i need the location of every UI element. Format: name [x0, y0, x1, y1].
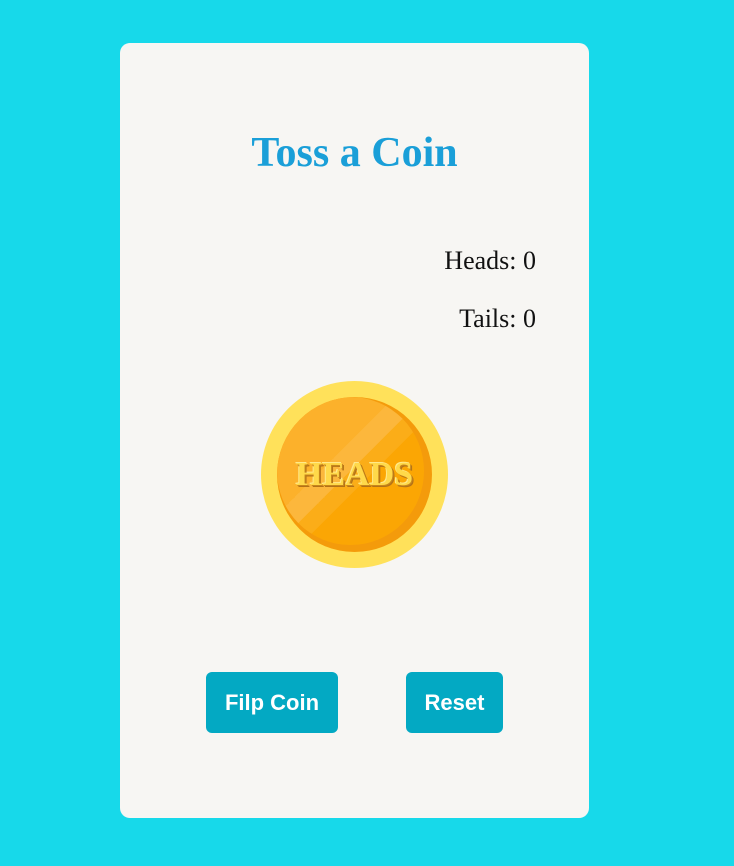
heads-count: Heads: 0 [444, 246, 536, 275]
page-title: Toss a Coin [251, 130, 458, 176]
reset-button[interactable]: Reset [406, 672, 503, 733]
coin-face-label: HEADS [295, 456, 414, 493]
coin: HEADS [261, 381, 448, 568]
flip-coin-button[interactable]: Filp Coin [206, 672, 338, 733]
tails-count: Tails: 0 [459, 304, 536, 333]
